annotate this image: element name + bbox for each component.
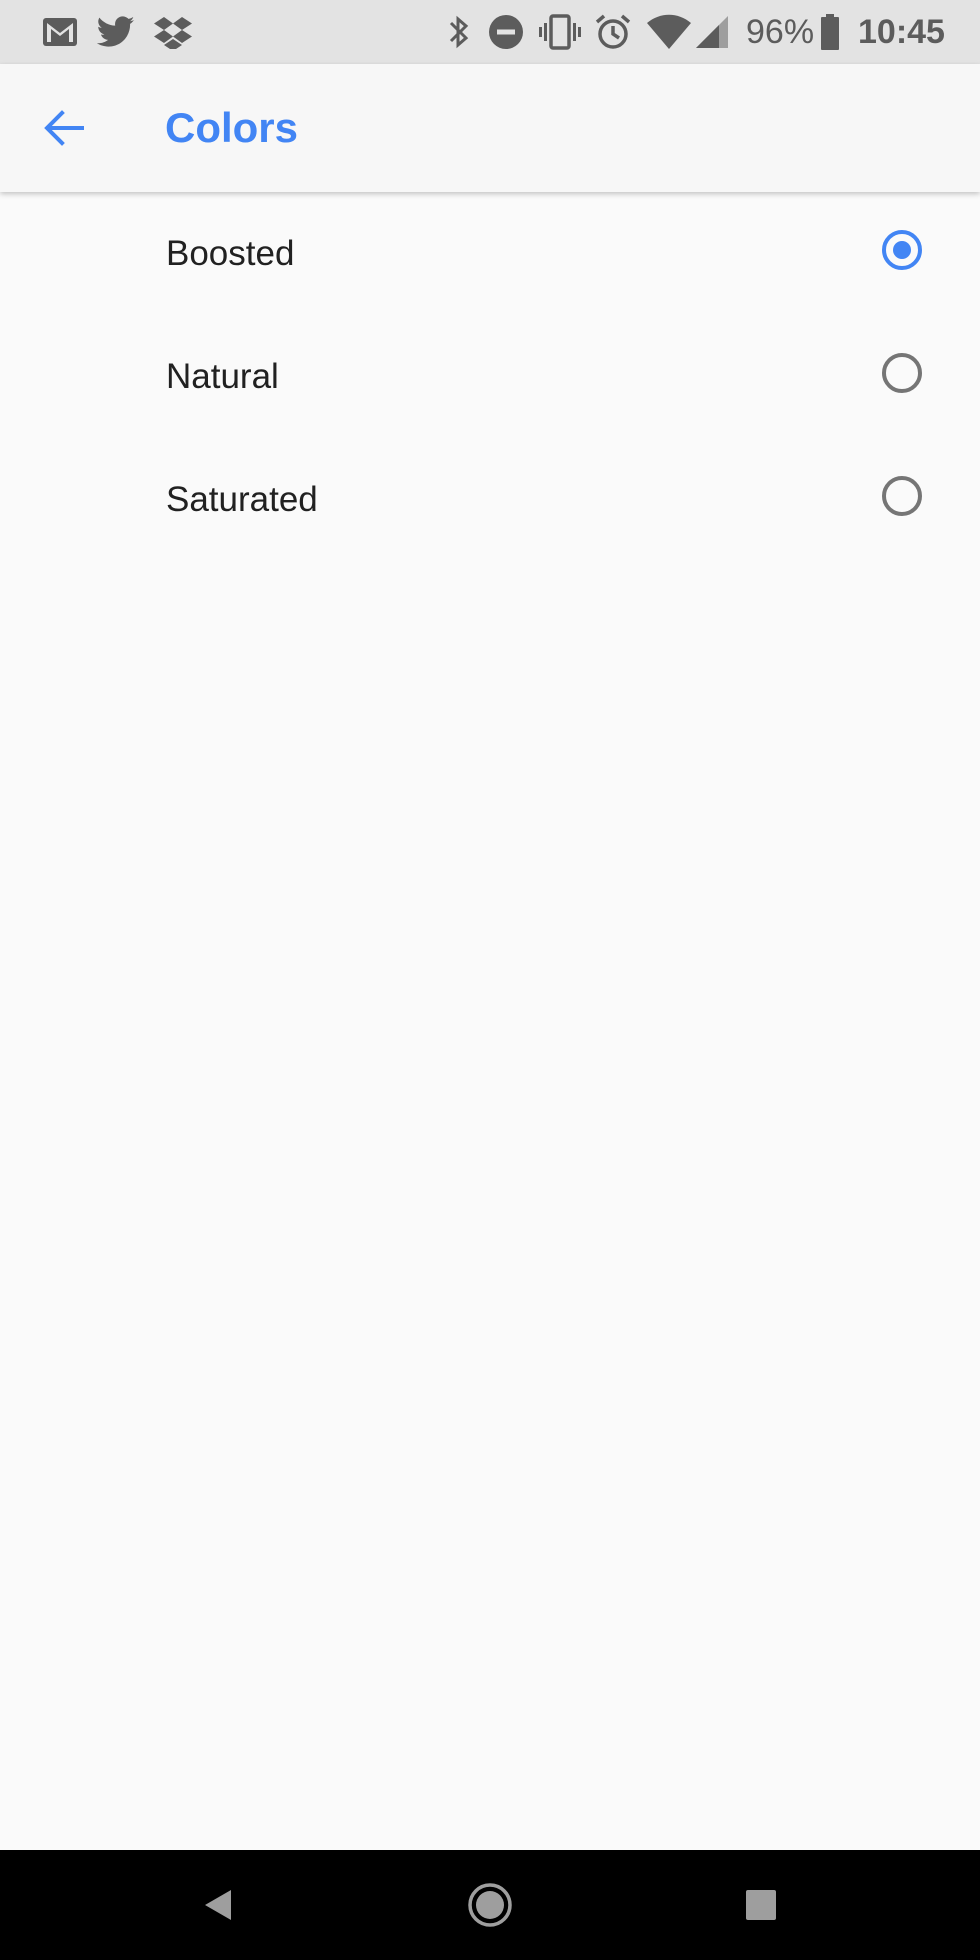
bluetooth-icon — [444, 12, 474, 52]
cell-signal-icon — [694, 12, 730, 52]
radio-button[interactable] — [882, 353, 922, 393]
page-title: Colors — [165, 104, 299, 151]
option-label: Boosted — [166, 234, 295, 273]
radio-button-selected[interactable] — [882, 230, 922, 270]
battery-icon — [818, 12, 842, 52]
navigation-bar — [0, 1850, 980, 1960]
twitter-icon — [94, 12, 138, 52]
option-label: Natural — [166, 357, 279, 396]
nav-recents-icon — [746, 1890, 776, 1920]
nav-recents-button[interactable] — [733, 1877, 789, 1933]
arrow-back-icon — [44, 110, 84, 146]
nav-back-button[interactable] — [190, 1877, 246, 1933]
option-natural[interactable]: Natural — [0, 315, 980, 438]
app-bar: Colors — [0, 64, 980, 192]
battery-percent: 96% — [746, 13, 815, 51]
status-bar: 96% 10:45 — [0, 0, 980, 64]
option-label: Saturated — [166, 480, 318, 519]
radio-button[interactable] — [882, 476, 922, 516]
vibrate-icon — [537, 12, 583, 52]
option-saturated[interactable]: Saturated — [0, 438, 980, 561]
nav-home-icon — [468, 1883, 512, 1927]
wifi-icon — [644, 12, 694, 52]
gmail-icon — [38, 12, 82, 52]
nav-back-icon — [205, 1890, 231, 1920]
color-mode-options: Boosted Natural Saturated — [0, 192, 980, 561]
dropbox-icon — [150, 12, 196, 52]
back-button[interactable] — [28, 96, 100, 160]
nav-home-button[interactable] — [462, 1877, 518, 1933]
option-boosted[interactable]: Boosted — [0, 192, 980, 315]
clock: 10:45 — [858, 13, 945, 51]
alarm-icon — [592, 12, 634, 52]
do-not-disturb-icon — [486, 12, 526, 52]
